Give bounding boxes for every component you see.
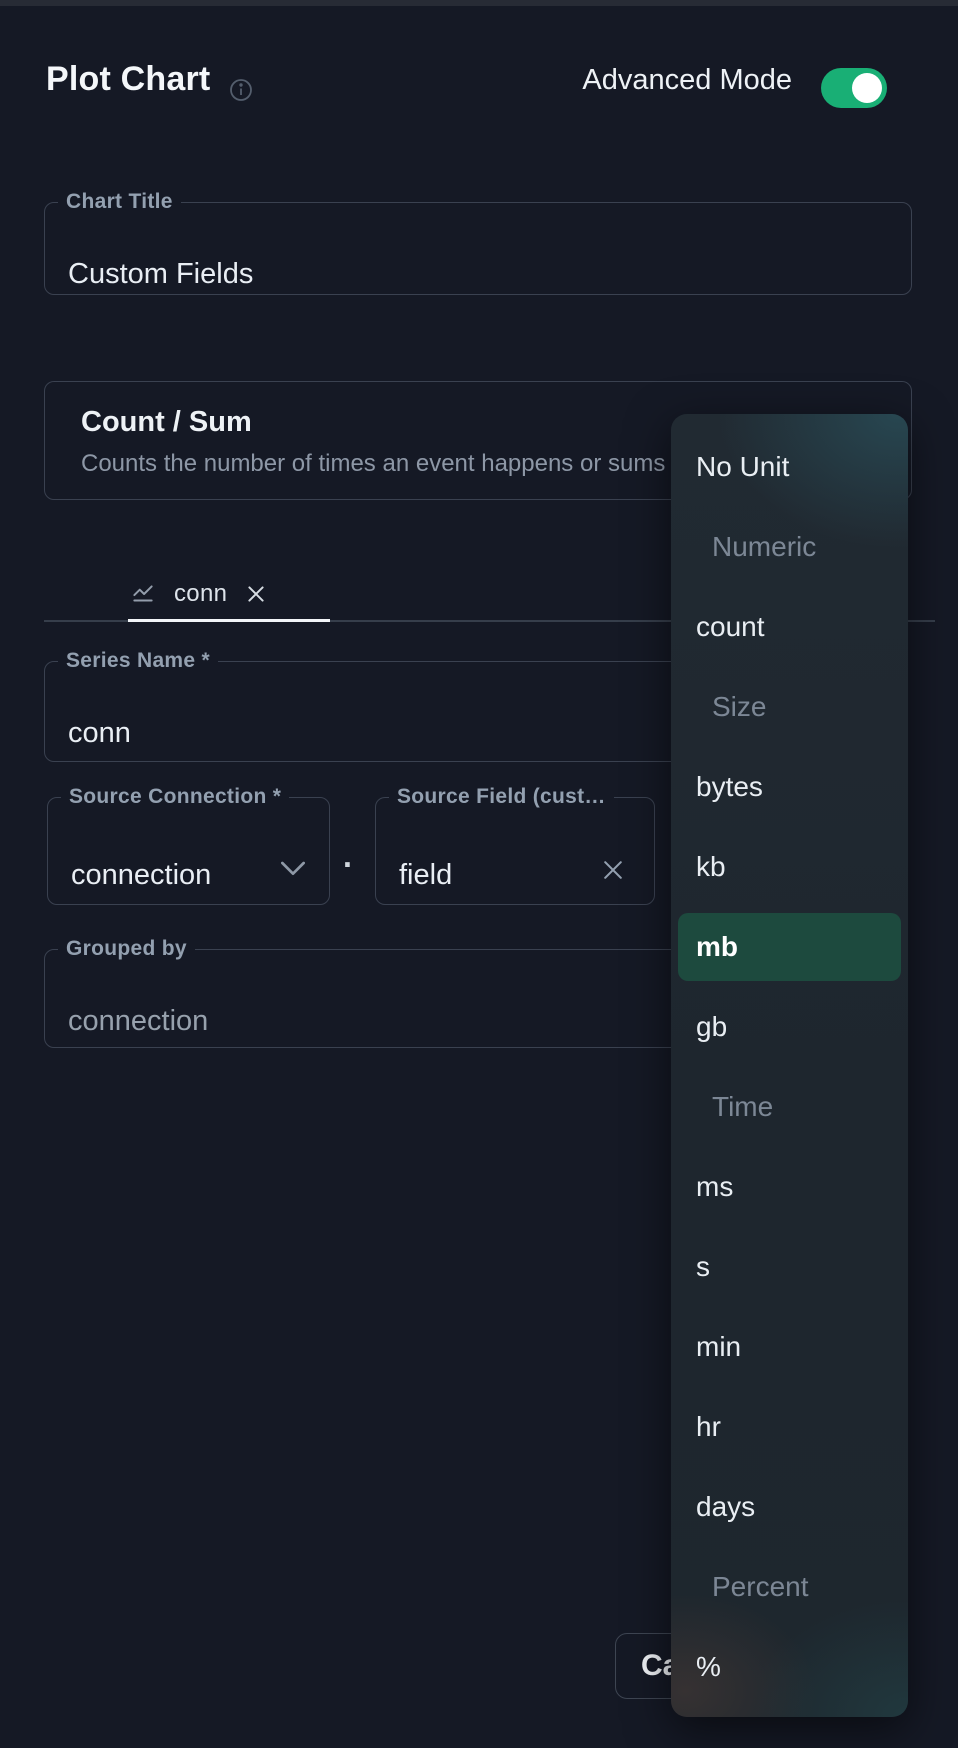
tab-close-icon[interactable] — [245, 583, 267, 605]
series-tab-label: conn — [174, 580, 228, 607]
unit-menu-item-kb[interactable]: kb — [671, 827, 908, 907]
unit-menu-item-s[interactable]: s — [671, 1227, 908, 1307]
unit-menu-header-Size: Size — [712, 691, 767, 722]
source-field-input[interactable]: Source Field (cust… field — [375, 785, 655, 905]
advanced-mode-label: Advanced Mode — [582, 64, 792, 96]
grouped-by-value[interactable]: connection — [68, 1005, 208, 1038]
unit-menu-item-gb[interactable]: gb — [671, 987, 908, 1067]
unit-menu-item-No Unit[interactable]: No Unit — [671, 427, 908, 507]
toggle-knob — [852, 73, 882, 103]
source-connection-select[interactable]: Source Connection * connection — [47, 785, 330, 905]
info-icon[interactable] — [229, 78, 253, 102]
unit-menu-item-bytes[interactable]: bytes — [671, 747, 908, 827]
series-name-value[interactable]: conn — [68, 717, 131, 750]
unit-menu-header-Numeric: Numeric — [712, 531, 817, 562]
unit-menu-item-hr[interactable]: hr — [671, 1387, 908, 1467]
chart-title-field[interactable]: Chart Title Custom Fields — [44, 190, 912, 295]
advanced-mode-toggle[interactable] — [821, 68, 887, 108]
chevron-down-icon[interactable] — [281, 861, 305, 877]
grouped-by-label: Grouped by — [66, 937, 187, 960]
unit-menu-item-ms[interactable]: ms — [671, 1147, 908, 1227]
source-connection-value[interactable]: connection — [71, 859, 211, 892]
source-field-value[interactable]: field — [399, 859, 452, 892]
unit-menu-item-days[interactable]: days — [671, 1467, 908, 1547]
aggregation-description: Counts the number of times an event happ… — [81, 450, 666, 477]
top-strip — [0, 0, 958, 6]
page-title: Plot Chart — [46, 60, 211, 98]
plot-chart-dialog: Plot Chart Advanced Mode Chart Title Cus… — [0, 0, 958, 1748]
unit-menu-item-count[interactable]: count — [671, 587, 908, 667]
unit-menu-header-Time: Time — [712, 1091, 774, 1122]
clear-field-icon[interactable] — [600, 857, 626, 883]
series-tab-conn[interactable]: conn — [128, 572, 330, 622]
aggregation-title: Count / Sum — [81, 406, 252, 438]
unit-menu-item-mb[interactable]: mb — [678, 913, 901, 981]
unit-menu-item-%[interactable]: % — [671, 1627, 908, 1707]
unit-menu-item-min[interactable]: min — [671, 1307, 908, 1387]
unit-menu-header-Percent: Percent — [712, 1571, 809, 1602]
source-connection-label: Source Connection * — [69, 785, 282, 808]
chart-title-value[interactable]: Custom Fields — [68, 258, 253, 291]
unit-menu[interactable]: No Unit Numeric count Size bytes kb mb gb Time ms… — [671, 414, 908, 1717]
line-chart-icon — [133, 585, 153, 602]
series-name-label: Series Name * — [66, 649, 210, 672]
source-field-label: Source Field (cust… — [397, 785, 606, 808]
field-separator-dot: . — [343, 838, 352, 874]
chart-title-label: Chart Title — [66, 190, 173, 213]
